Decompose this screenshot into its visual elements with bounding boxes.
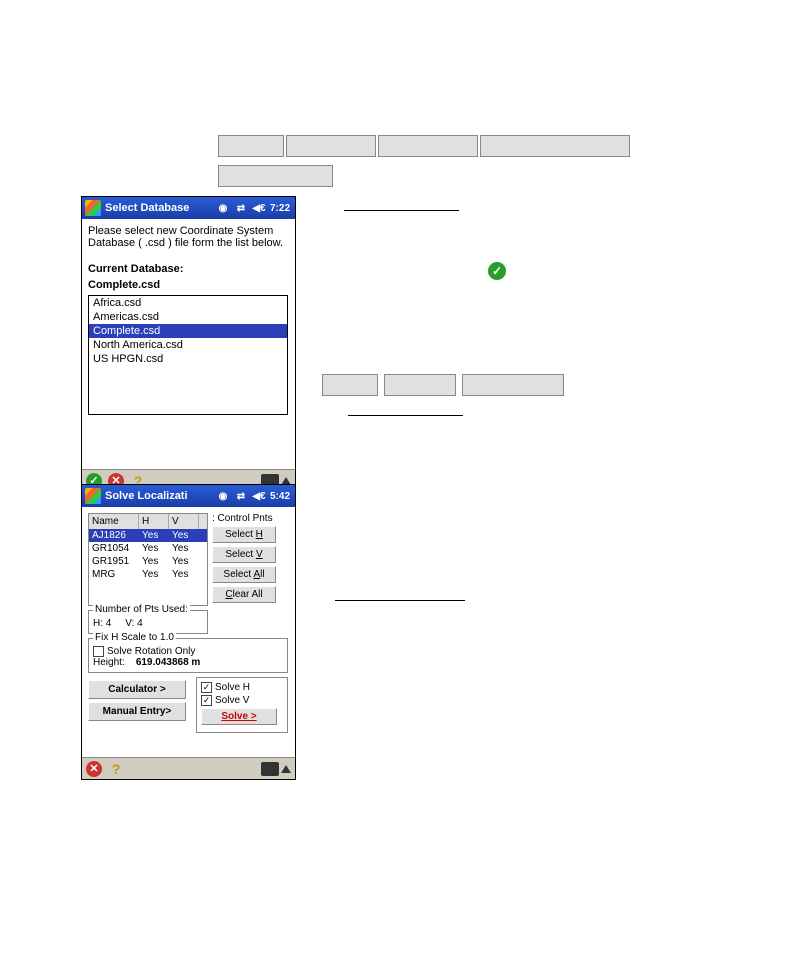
solve-h-label: Solve H [215, 682, 250, 693]
h-label: H: [93, 618, 103, 629]
gray-box [218, 165, 333, 187]
speaker-icon[interactable]: ◀€ [252, 201, 266, 215]
underline [335, 600, 465, 601]
sync-icon[interactable]: ⇄ [234, 489, 248, 503]
underline [348, 415, 463, 416]
cancel-icon[interactable]: ✕ [86, 761, 102, 777]
window-body: Please select new Coordinate System Data… [82, 219, 295, 421]
windows-logo-icon[interactable] [85, 200, 101, 216]
window-body: Name H V AJ1826 Yes Yes GR1054 Yes Yes G… [82, 507, 295, 733]
grid-header: Name H V [89, 514, 207, 529]
table-row[interactable]: GR1951 Yes Yes [89, 555, 207, 568]
group-legend: Number of Pts Used: [93, 604, 190, 615]
gray-box [462, 374, 564, 396]
control-pnts-label: : Control Pnts [212, 513, 284, 524]
top-box-row [218, 135, 630, 157]
table-row[interactable]: GR1054 Yes Yes [89, 542, 207, 555]
gray-box [378, 135, 478, 157]
current-database-label: Current Database: [88, 263, 289, 275]
v-value: 4 [137, 618, 143, 629]
solve-group: ✓ Solve H ✓ Solve V Solve > [196, 677, 288, 733]
control-points-grid[interactable]: Name H V AJ1826 Yes Yes GR1054 Yes Yes G… [88, 513, 208, 606]
solve-v-label: Solve V [215, 695, 249, 706]
bottom-bar: ✕ ? [82, 757, 295, 779]
window-title: Solve Localizati [105, 490, 214, 502]
prompt-text: Please select new Coordinate System Data… [88, 225, 289, 249]
calculator-button[interactable]: Calculator > [88, 680, 186, 699]
height-value: 619.043868 m [136, 657, 201, 668]
fix-h-scale-group: Fix H Scale to 1.0 Solve Rotation Only H… [88, 638, 288, 673]
clock[interactable]: 5:42 [270, 489, 290, 503]
number-pts-group: Number of Pts Used: H: 4 V: 4 [88, 610, 208, 634]
col-v-header[interactable]: V [169, 514, 199, 529]
up-arrow-icon[interactable] [281, 765, 291, 773]
keyboard-icon[interactable] [261, 762, 279, 776]
solve-h-checkbox[interactable]: ✓ [201, 682, 212, 693]
check-icon: ✓ [488, 262, 506, 280]
solve-v-checkbox[interactable]: ✓ [201, 695, 212, 706]
col-name-header[interactable]: Name [89, 514, 139, 529]
select-h-button[interactable]: Select H [212, 526, 276, 543]
select-v-button[interactable]: Select V [212, 546, 276, 563]
speaker-icon[interactable]: ◀€ [252, 489, 266, 503]
list-item[interactable]: US HPGN.csd [89, 352, 287, 366]
v-label: V: [125, 618, 134, 629]
gray-box [384, 374, 456, 396]
list-item[interactable]: Africa.csd [89, 296, 287, 310]
solve-rotation-label: Solve Rotation Only [107, 646, 195, 657]
list-item[interactable]: Complete.csd [89, 324, 287, 338]
clear-all-button[interactable]: Clear All [212, 586, 276, 603]
current-database-value: Complete.csd [88, 279, 289, 291]
connectivity-icon[interactable]: ◉ [216, 201, 230, 215]
gray-box [286, 135, 376, 157]
titlebar: Select Database ◉ ⇄ ◀€ 7:22 [82, 197, 295, 219]
help-icon[interactable]: ? [108, 761, 124, 777]
group-legend: Fix H Scale to 1.0 [93, 632, 176, 643]
gray-box [218, 135, 284, 157]
clock[interactable]: 7:22 [270, 201, 290, 215]
manual-entry-button[interactable]: Manual Entry> [88, 702, 186, 721]
window-title: Select Database [105, 202, 214, 214]
table-row[interactable]: MRG Yes Yes [89, 568, 207, 581]
list-item[interactable]: North America.csd [89, 338, 287, 352]
connectivity-icon[interactable]: ◉ [216, 489, 230, 503]
solve-rotation-checkbox[interactable] [93, 646, 104, 657]
list-item[interactable]: Americas.csd [89, 310, 287, 324]
underline [344, 210, 459, 211]
windows-logo-icon[interactable] [85, 488, 101, 504]
height-label: Height: [93, 657, 125, 668]
solve-localization-window: Solve Localizati ◉ ⇄ ◀€ 5:42 Name H V AJ… [81, 484, 296, 780]
database-listbox[interactable]: Africa.csd Americas.csd Complete.csd Nor… [88, 295, 288, 415]
gray-box [480, 135, 630, 157]
table-row[interactable]: AJ1826 Yes Yes [89, 529, 207, 542]
mid-box-row [322, 374, 564, 396]
titlebar: Solve Localizati ◉ ⇄ ◀€ 5:42 [82, 485, 295, 507]
select-all-button[interactable]: Select All [212, 566, 276, 583]
bottom-row: Calculator > Manual Entry> ✓ Solve H ✓ S… [88, 677, 289, 733]
select-database-window: Select Database ◉ ⇄ ◀€ 7:22 Please selec… [81, 196, 296, 492]
sync-icon[interactable]: ⇄ [234, 201, 248, 215]
gray-box [322, 374, 378, 396]
h-value: 4 [106, 618, 112, 629]
solve-button[interactable]: Solve > [201, 708, 277, 725]
col-h-header[interactable]: H [139, 514, 169, 529]
control-points-buttons: : Control Pnts Select H Select V Select … [212, 513, 284, 606]
top-box-row-2 [218, 165, 333, 187]
